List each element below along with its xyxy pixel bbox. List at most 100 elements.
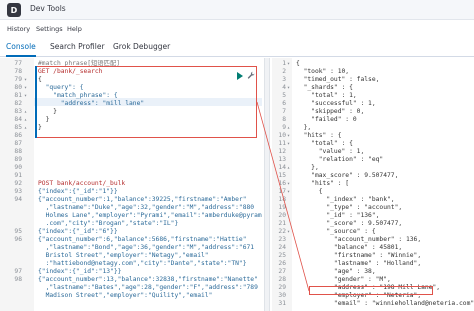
line-number: 18 (278, 196, 286, 203)
selected-request-outline (35, 66, 257, 138)
response-viewer[interactable]: 1 ▾{2 "took" : 10, 3 "timed_out" : false, 4… (272, 58, 474, 311)
code-text: }, (296, 124, 312, 131)
code-text: "total" : 1, (296, 92, 357, 99)
code-text: "_type" : "account", (296, 204, 403, 211)
code-text: "hits" : { (296, 132, 342, 139)
selected-request-bar (35, 66, 37, 138)
panel-resizer[interactable] (264, 58, 270, 311)
line-number: 17 (278, 188, 286, 195)
fold-toggle-icon[interactable]: ▴ (287, 164, 293, 172)
tab-console[interactable]: Console (6, 42, 36, 51)
fold-toggle-icon[interactable]: ▾ (287, 84, 293, 92)
code-text: :"hattiebond@netagy.com","city":"Dante",… (38, 260, 247, 267)
line-number: 25 (278, 252, 286, 259)
fold-toggle-icon[interactable]: ▴ (24, 124, 30, 132)
code-text: ,"lastname":"Duke","age":32,"gender":"M"… (38, 204, 255, 211)
matched-address-highlight (309, 286, 433, 295)
line-number: 89 (14, 156, 22, 163)
line-number: 15 (278, 172, 286, 179)
line-number: 7 (282, 108, 286, 115)
tab-search-profiler[interactable]: Search Profiler (50, 42, 105, 51)
menu-item-history[interactable]: History (7, 25, 30, 33)
line-number: 96 (14, 236, 22, 243)
code-text: }, (296, 164, 319, 171)
line-number: 22 (278, 228, 286, 235)
fold-toggle-icon[interactable]: ▾ (287, 228, 293, 236)
code-text: {"index":{"_id":"6"}} (38, 228, 118, 235)
line-number: 80 (14, 84, 22, 91)
code-text: "lastname" : "Holland", (296, 260, 422, 267)
app-header: D Dev Tools (0, 0, 474, 20)
fold-toggle-icon[interactable]: ▴ (287, 124, 293, 132)
fold-toggle-icon[interactable]: ▾ (287, 140, 293, 148)
app-logo[interactable]: D (7, 3, 21, 17)
code-text: Madison Street","employer":"Quility","em… (38, 292, 213, 299)
code-text: "balance" : 45801, (296, 244, 403, 251)
code-text: ,"lastname":"Bates","age":28,"gender":"F… (38, 284, 258, 291)
line-number: 86 (14, 132, 22, 139)
fold-toggle-icon[interactable]: ▾ (287, 188, 293, 196)
fold-toggle-icon[interactable]: ▾ (24, 84, 30, 92)
line-number: 87 (14, 140, 22, 147)
line-number: 29 (278, 284, 286, 291)
code-text: {"index":{"_id":"1"}} (38, 188, 118, 195)
line-number: 78 (14, 68, 22, 75)
fold-toggle-icon[interactable]: ▾ (287, 60, 293, 68)
line-number: 91 (14, 172, 22, 179)
fold-toggle-icon[interactable]: ▾ (24, 92, 30, 100)
line-number: 9 (282, 124, 286, 131)
line-number: 12 (278, 148, 286, 155)
code-text: "_id" : "136", (296, 212, 380, 219)
app-title: Dev Tools (30, 4, 66, 13)
fold-toggle-icon[interactable]: ▾ (287, 180, 293, 188)
menu-item-settings[interactable]: Settings (36, 25, 63, 33)
line-number: 83 (14, 108, 22, 115)
code-text: "failed" : 0 (296, 116, 357, 123)
line-number: 94 (14, 196, 22, 203)
line-number: 4 (282, 84, 286, 91)
line-number: 14 (278, 164, 286, 171)
fold-toggle-icon[interactable]: ▾ (24, 76, 30, 84)
code-text: "gender" : "M", (296, 276, 391, 283)
line-number: 81 (14, 92, 22, 99)
line-number: 98 (14, 276, 22, 283)
line-number: 5 (282, 92, 286, 99)
play-icon[interactable] (237, 72, 243, 80)
line-number: 23 (278, 236, 286, 243)
code-text: "relation" : "eq" (296, 156, 384, 163)
line-number: 27 (278, 268, 286, 275)
code-text: "firstname" : "Winnie", (296, 252, 422, 259)
code-text: "timed_out" : false, (296, 76, 380, 83)
code-text: "successful" : 1, (296, 100, 376, 107)
line-number: 2 (282, 68, 286, 75)
fold-toggle-icon[interactable]: ▾ (287, 132, 293, 140)
line-number: 19 (278, 204, 286, 211)
line-number: 21 (278, 220, 286, 227)
line-number: 88 (14, 148, 22, 155)
code-text: Bristol Street","employer":"Netagy","ema… (38, 252, 209, 259)
tab-grok-debugger[interactable]: Grok Debugger (113, 42, 170, 51)
code-text: POST bank/account/_bulk (38, 180, 126, 187)
line-number: 31 (278, 300, 286, 307)
code-text: .com","city":"Brogan","state":"IL"} (38, 220, 179, 227)
code-text: "_index" : "bank", (296, 196, 395, 203)
code-text: ,"lastname":"Bond","age":36,"gender":"M"… (38, 244, 255, 251)
line-number: 85 (14, 124, 22, 131)
wrench-icon[interactable] (247, 71, 255, 79)
line-number: 3 (282, 76, 286, 83)
code-text: "_shards" : { (296, 84, 353, 91)
code-text: "email" : "winnieholland@neteria.com", (296, 300, 474, 307)
code-text: "max_score" : 9.507477, (296, 172, 399, 179)
line-number: 16 (278, 180, 286, 187)
line-number: 20 (278, 212, 286, 219)
fold-toggle-icon[interactable]: ▴ (24, 108, 30, 116)
fold-toggle-icon[interactable]: ▴ (24, 116, 30, 124)
code-text: "skipped" : 0, (296, 108, 365, 115)
line-number: 26 (278, 260, 286, 267)
line-number: 77 (14, 60, 22, 67)
line-number: 79 (14, 76, 22, 83)
code-text: "value" : 1, (296, 148, 365, 155)
line-number: 30 (278, 292, 286, 299)
menu-item-help[interactable]: Help (67, 25, 82, 33)
line-number: 90 (14, 164, 22, 171)
